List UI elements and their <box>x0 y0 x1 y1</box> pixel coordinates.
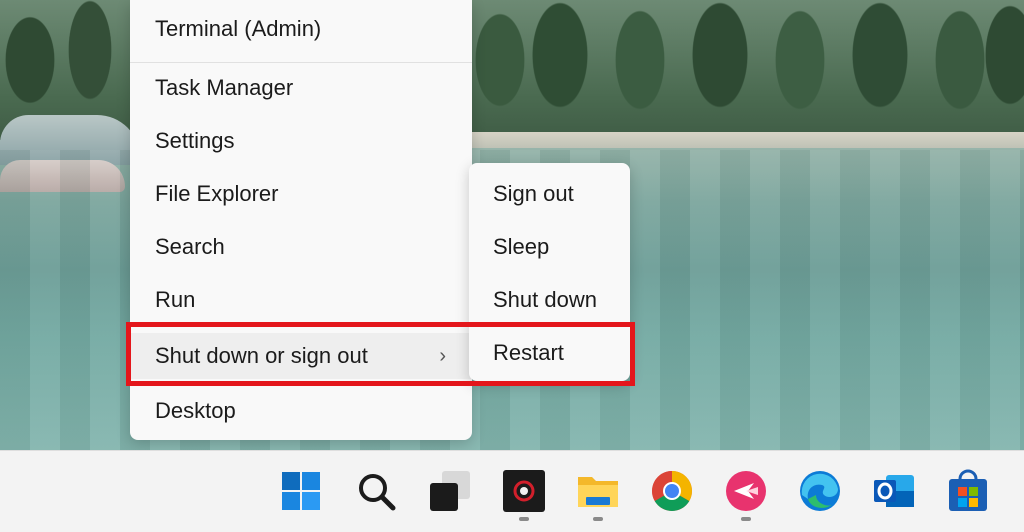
submenu-item-label: Shut down <box>493 287 597 312</box>
edge-icon[interactable] <box>798 469 842 513</box>
menu-item-label: Shut down or sign out <box>155 343 368 368</box>
running-indicator <box>741 517 751 521</box>
menu-item-label: Run <box>155 287 196 312</box>
menu-item-terminal-admin[interactable]: Terminal (Admin) <box>130 6 472 52</box>
menu-item-label: Terminal (Admin) <box>155 16 322 41</box>
menu-item-label: Search <box>155 234 225 259</box>
chrome-icon[interactable] <box>650 469 694 513</box>
search-icon[interactable] <box>354 469 398 513</box>
submenu-item-label: Restart <box>493 340 564 365</box>
menu-item-label: Task Manager <box>155 75 294 100</box>
outlook-icon[interactable] <box>872 469 916 513</box>
submenu-item-sleep[interactable]: Sleep <box>469 224 630 270</box>
menu-item-desktop[interactable]: Desktop <box>130 388 472 434</box>
submenu-item-shut-down[interactable]: Shut down <box>469 277 630 323</box>
menu-item-label: Settings <box>155 128 235 153</box>
microsoft-store-icon[interactable] <box>946 469 990 513</box>
submenu-item-restart[interactable]: Restart <box>469 330 630 376</box>
menu-separator <box>130 62 472 63</box>
menu-item-run[interactable]: Run <box>130 277 472 323</box>
shut-down-submenu: Sign out Sleep Shut down Restart <box>469 163 630 381</box>
wallpaper-shore <box>470 132 1024 148</box>
menu-item-label: File Explorer <box>155 181 279 206</box>
camera-app-icon[interactable] <box>502 469 546 513</box>
windows-start-icon[interactable] <box>279 469 323 513</box>
submenu-item-label: Sign out <box>493 181 574 206</box>
task-view-icon[interactable] <box>428 469 472 513</box>
power-user-menu: Terminal (Admin) Task Manager Settings F… <box>130 0 472 440</box>
chevron-right-icon: › <box>439 345 446 367</box>
menu-item-file-explorer[interactable]: File Explorer <box>130 171 472 217</box>
menu-item-search[interactable]: Search <box>130 224 472 270</box>
menu-item-label: Desktop <box>155 398 236 423</box>
running-indicator <box>593 517 603 521</box>
running-indicator <box>519 517 529 521</box>
submenu-item-sign-out[interactable]: Sign out <box>469 171 630 217</box>
taskbar <box>0 450 1024 532</box>
menu-item-shut-down-or-sign-out[interactable]: Shut down or sign out › <box>130 333 472 379</box>
submenu-item-label: Sleep <box>493 234 550 259</box>
menu-item-settings[interactable]: Settings <box>130 118 472 164</box>
menu-item-task-manager[interactable]: Task Manager <box>130 65 472 111</box>
app-pink-icon[interactable] <box>724 469 768 513</box>
file-explorer-icon[interactable] <box>576 469 620 513</box>
